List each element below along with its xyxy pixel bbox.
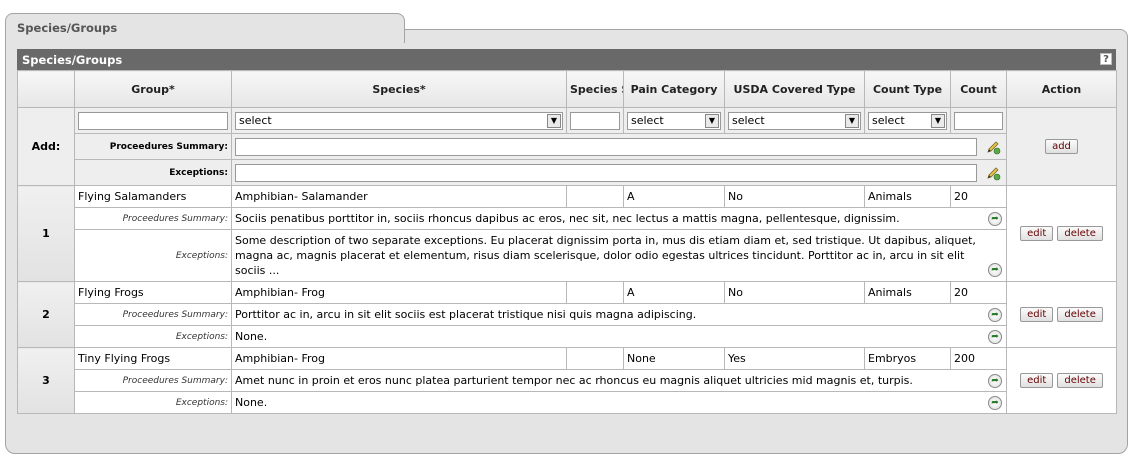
section-header: Species/Groups ? — [17, 49, 1116, 70]
proc-text: Porttitor ac in, arcu in sit elit sociis… — [235, 308, 697, 321]
header-action: Action — [1006, 70, 1117, 108]
exc-text: None. — [235, 396, 268, 409]
cell-usda: No — [724, 281, 865, 304]
pain-select[interactable]: select ▼ — [627, 111, 721, 130]
cell-pain: A — [623, 185, 725, 208]
cell-count-type: Embryos — [864, 347, 951, 370]
header-count-type: Count Type — [864, 70, 951, 108]
header-count: Count — [950, 70, 1007, 108]
row-number: 3 — [17, 347, 75, 414]
go-arrow-icon[interactable]: ➦ — [988, 396, 1002, 410]
help-icon[interactable]: ? — [1100, 53, 1112, 65]
proc-text: Sociis penatibus porttitor in, sociis rh… — [235, 212, 900, 225]
header-usda: USDA Covered Type — [724, 70, 865, 108]
exc-text: Some description of two separate excepti… — [235, 234, 976, 277]
proc-text: Amet nunc in proin et eros nunc platea p… — [235, 374, 913, 387]
strain-input[interactable] — [570, 111, 620, 130]
table-row: 3 Tiny Flying Frogs Amphibian- Frog None… — [17, 347, 1117, 414]
cell-count-type: Animals — [864, 185, 951, 208]
cell-strain — [566, 347, 624, 370]
chevron-down-icon: ▼ — [705, 113, 719, 128]
species-select-value: select — [239, 113, 272, 127]
cell-count-type: Animals — [864, 281, 951, 304]
cell-group: Flying Frogs — [74, 281, 232, 304]
count-input[interactable] — [954, 111, 1003, 130]
usda-select[interactable]: select ▼ — [728, 111, 861, 130]
row-number: 1 — [17, 185, 75, 282]
cell-count: 20 — [950, 185, 1007, 208]
edit-button[interactable]: edit — [1020, 307, 1054, 322]
cell-group: Tiny Flying Frogs — [74, 347, 232, 370]
edit-button[interactable]: edit — [1020, 226, 1054, 241]
go-arrow-icon[interactable]: ➦ — [988, 374, 1002, 388]
row-action-cell: edit delete — [1006, 347, 1117, 414]
cell-pain: A — [623, 281, 725, 304]
count-type-select[interactable]: select ▼ — [868, 111, 947, 130]
species-select[interactable]: select ▼ — [235, 111, 563, 130]
delete-button[interactable]: delete — [1057, 373, 1103, 388]
row-action-cell: edit delete — [1006, 185, 1117, 282]
pencil-icon[interactable] — [985, 139, 1001, 155]
exc-label: Exceptions: — [74, 229, 232, 282]
chevron-down-icon: ▼ — [931, 113, 945, 128]
delete-button[interactable]: delete — [1057, 226, 1103, 241]
chevron-down-icon: ▼ — [547, 113, 561, 128]
go-arrow-icon[interactable]: ➦ — [988, 308, 1002, 322]
header-pain: Pain Category — [623, 70, 725, 108]
cell-pain: None — [623, 347, 725, 370]
table-row: 2 Flying Frogs Amphibian- Frog A No Anim… — [17, 281, 1117, 348]
add-label: Add: — [17, 107, 75, 186]
add-action-cell: add — [1006, 107, 1117, 186]
add-proc-input[interactable] — [235, 137, 977, 156]
add-exc-input[interactable] — [235, 163, 977, 182]
add-exc-label: Exceptions: — [74, 159, 232, 186]
count-type-select-value: select — [872, 113, 905, 127]
pencil-icon[interactable] — [985, 165, 1001, 181]
add-button[interactable]: add — [1045, 139, 1078, 154]
exc-label: Exceptions: — [74, 325, 232, 348]
exc-text: None. — [235, 330, 268, 343]
proc-label: Proceedures Summary: — [74, 207, 232, 230]
go-arrow-icon[interactable]: ➦ — [988, 263, 1002, 277]
cell-usda: No — [724, 185, 865, 208]
cell-species: Amphibian- Salamander — [231, 185, 567, 208]
add-proc-label: Proceedures Summary: — [74, 133, 232, 160]
header-strain: Species Strain — [566, 70, 624, 108]
exc-label: Exceptions: — [74, 391, 232, 414]
go-arrow-icon[interactable]: ➦ — [988, 330, 1002, 344]
proc-label: Proceedures Summary: — [74, 303, 232, 326]
cell-count: 20 — [950, 281, 1007, 304]
species-groups-table: Group* Species* Species Strain Pain Cate… — [17, 70, 1117, 414]
cell-strain — [566, 185, 624, 208]
group-input[interactable] — [78, 111, 228, 130]
table-row: 1 Flying Salamanders Amphibian- Salamand… — [17, 185, 1117, 282]
go-arrow-icon[interactable]: ➦ — [988, 212, 1002, 226]
cell-species: Amphibian- Frog — [231, 347, 567, 370]
tab-label: Species/Groups — [17, 21, 118, 35]
delete-button[interactable]: delete — [1057, 307, 1103, 322]
row-action-cell: edit delete — [1006, 281, 1117, 348]
cell-count: 200 — [950, 347, 1007, 370]
tab-species-groups[interactable]: Species/Groups — [5, 13, 405, 43]
proc-label: Proceedures Summary: — [74, 369, 232, 392]
pain-select-value: select — [631, 113, 664, 127]
header-species: Species* — [231, 70, 567, 108]
cell-species: Amphibian- Frog — [231, 281, 567, 304]
header-group: Group* — [74, 70, 232, 108]
cell-strain — [566, 281, 624, 304]
cell-usda: Yes — [724, 347, 865, 370]
section-title: Species/Groups — [22, 53, 123, 67]
cell-group: Flying Salamanders — [74, 185, 232, 208]
header-corner — [17, 70, 75, 108]
edit-button[interactable]: edit — [1020, 373, 1054, 388]
usda-select-value: select — [732, 113, 765, 127]
row-number: 2 — [17, 281, 75, 348]
chevron-down-icon: ▼ — [845, 113, 859, 128]
